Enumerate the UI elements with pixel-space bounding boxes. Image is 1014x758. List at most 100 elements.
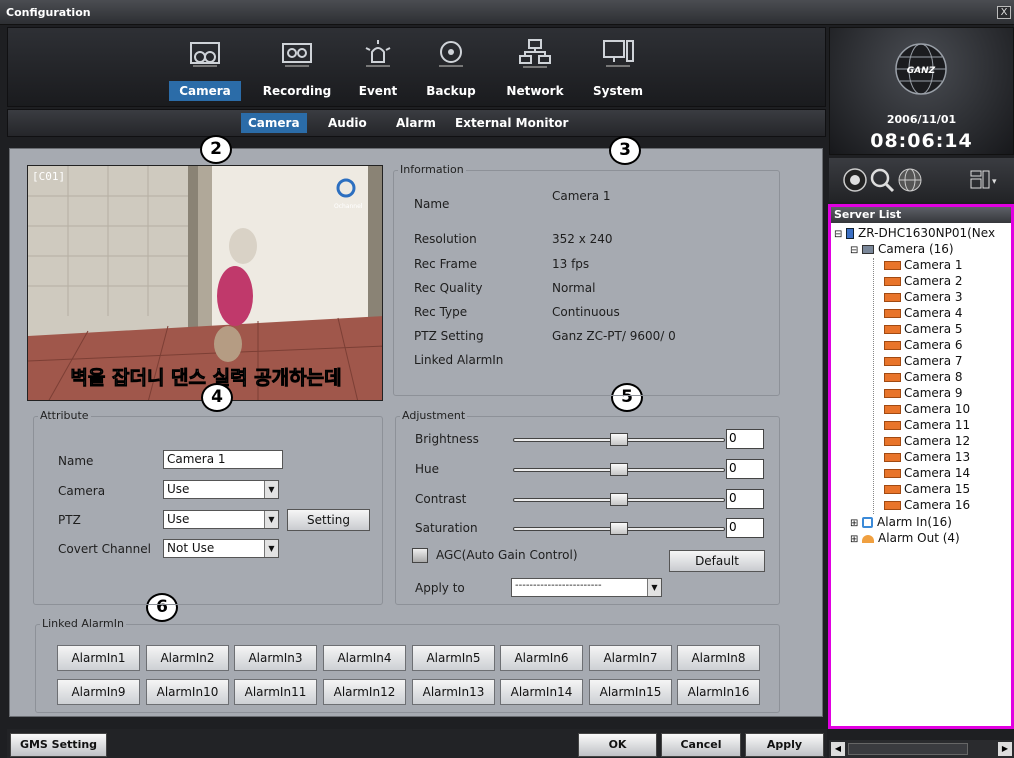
slider-thumb[interactable] [610,522,628,535]
subtab-camera[interactable]: Camera [241,113,307,133]
expand-toggle-icon[interactable]: ⊞ [850,534,858,545]
alarmin-8-button[interactable]: AlarmIn8 [677,645,760,671]
tree-camera-item[interactable]: Camera 11 [884,418,970,432]
alarmin-6-button[interactable]: AlarmIn6 [500,645,583,671]
gms-setting-button[interactable]: GMS Setting [10,733,107,757]
search-icon[interactable] [869,167,895,193]
alarmin-1-button[interactable]: AlarmIn1 [57,645,140,671]
tree-camera-item[interactable]: Camera 4 [884,306,963,320]
event-icon [365,40,391,67]
network-icon [519,39,551,68]
camera-icon [884,469,901,478]
apply-button[interactable]: Apply [745,733,824,757]
tree-camera-item[interactable]: Camera 15 [884,482,970,496]
collapse-toggle-icon[interactable]: ⊟ [850,245,858,256]
expand-toggle-icon[interactable]: ⊞ [850,518,858,529]
covert-channel-select[interactable]: Not Use ▼ [163,539,279,558]
cancel-button[interactable]: Cancel [661,733,741,757]
tree-camera-item[interactable]: Camera 13 [884,450,970,464]
alarmin-14-button[interactable]: AlarmIn14 [500,679,583,705]
alarmin-13-button[interactable]: AlarmIn13 [412,679,495,705]
alarmin-5-button[interactable]: AlarmIn5 [412,645,495,671]
tree-camera-item[interactable]: Camera 14 [884,466,970,480]
nav-system[interactable]: System [587,38,649,104]
horizontal-scrollbar[interactable]: ◀ ▶ [829,740,1014,758]
info-label: Rec Type [414,305,468,319]
tree-camera-item[interactable]: Camera 5 [884,322,963,336]
tree-camera-item[interactable]: Camera 16 [884,498,970,512]
hue-value[interactable]: 0 [726,459,764,479]
scroll-thumb[interactable] [848,743,968,755]
tree-alarm-out[interactable]: ⊞ Alarm Out (4) [850,531,960,545]
tree-label: Camera 6 [904,338,963,352]
tree-camera-item[interactable]: Camera 6 [884,338,963,352]
alarmin-4-button[interactable]: AlarmIn4 [323,645,406,671]
subtab-audio[interactable]: Audio [321,113,374,133]
camera-icon [884,437,901,446]
slider-thumb[interactable] [610,493,628,506]
tree-camera-item[interactable]: Camera 9 [884,386,963,400]
camera-icon [884,373,901,382]
contrast-slider[interactable] [513,493,725,506]
nav-camera[interactable]: Camera [169,38,241,104]
slider-label: Brightness [415,432,479,446]
scroll-left-icon[interactable]: ◀ [831,742,845,756]
nav-event[interactable]: Event [354,38,402,104]
tree-camera-item[interactable]: Camera 12 [884,434,970,448]
camera-select[interactable]: Use ▼ [163,480,279,499]
close-button[interactable]: X [997,6,1011,19]
saturation-slider[interactable] [513,522,725,535]
brand-text: GANZ [907,66,936,76]
globe-icon[interactable] [898,168,922,192]
camera-view-icon[interactable] [843,168,867,192]
slider-thumb[interactable] [610,463,628,476]
alarmin-2-button[interactable]: AlarmIn2 [146,645,229,671]
layout-menu-icon[interactable]: ▾ [969,169,999,191]
alarmin-11-button[interactable]: AlarmIn11 [234,679,317,705]
info-value: 352 x 240 [552,232,613,246]
nav-backup[interactable]: Backup [421,38,481,104]
tree-server-node[interactable]: ⊟ ZR-DHC1630NP01(Nex [834,226,995,240]
tree-label: Camera (16) [878,242,954,256]
contrast-value[interactable]: 0 [726,489,764,509]
tree-label: Alarm In(16) [877,515,952,529]
alarmin-15-button[interactable]: AlarmIn15 [589,679,672,705]
alarmin-9-button[interactable]: AlarmIn9 [57,679,140,705]
alarmin-3-button[interactable]: AlarmIn3 [234,645,317,671]
tree-camera-item[interactable]: Camera 3 [884,290,963,304]
tree-alarm-in[interactable]: ⊞ Alarm In(16) [850,515,952,529]
dropdown-arrow-icon: ▼ [264,481,278,498]
tree-label: Camera 12 [904,434,971,448]
alarmin-12-button[interactable]: AlarmIn12 [323,679,406,705]
tree-camera-item[interactable]: Camera 8 [884,370,963,384]
covert-channel-label: Covert Channel [58,542,151,556]
alarmin-16-button[interactable]: AlarmIn16 [677,679,760,705]
tree-camera-item[interactable]: Camera 1 [884,258,963,272]
tree-camera-group[interactable]: ⊟ Camera (16) [850,242,954,256]
tree-label: Camera 3 [904,290,963,304]
brand-clock-panel: GANZ 2006/11/01 08:06:14 [829,27,1014,155]
subtab-external-monitor[interactable]: External Monitor [448,113,575,133]
name-input[interactable]: Camera 1 [163,450,283,469]
alarmin-10-button[interactable]: AlarmIn10 [146,679,229,705]
tree-camera-item[interactable]: Camera 10 [884,402,970,416]
subtab-alarm[interactable]: Alarm [389,113,443,133]
hue-slider[interactable] [513,463,725,476]
ok-button[interactable]: OK [578,733,657,757]
saturation-value[interactable]: 0 [726,518,764,538]
ptz-select[interactable]: Use ▼ [163,510,279,529]
alarmin-7-button[interactable]: AlarmIn7 [589,645,672,671]
default-button[interactable]: Default [669,550,765,572]
brightness-slider[interactable] [513,433,725,446]
slider-thumb[interactable] [610,433,628,446]
nav-recording[interactable]: Recording [258,38,336,104]
nav-network[interactable]: Network [501,38,569,104]
tree-camera-item[interactable]: Camera 2 [884,274,963,288]
apply-to-select[interactable]: ------------------------ ▼ [511,578,662,597]
collapse-toggle-icon[interactable]: ⊟ [834,229,842,240]
scroll-right-icon[interactable]: ▶ [998,742,1012,756]
agc-checkbox[interactable] [412,548,428,563]
brightness-value[interactable]: 0 [726,429,764,449]
tree-camera-item[interactable]: Camera 7 [884,354,963,368]
ptz-setting-button[interactable]: Setting [287,509,370,531]
